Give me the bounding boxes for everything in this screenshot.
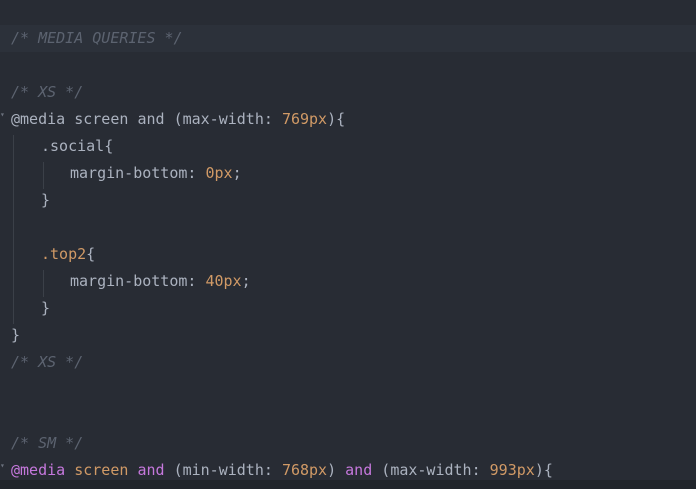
code-line[interactable]: }	[0, 295, 696, 322]
code-line[interactable]: /* SM */	[0, 430, 696, 457]
paren: (	[381, 461, 391, 479]
paren: )	[327, 110, 337, 128]
media-feature: max-width	[390, 461, 472, 479]
code-line[interactable]: /* XS */	[0, 79, 696, 106]
brace: {	[336, 110, 346, 128]
code-line[interactable]: margin-bottom: 0px;	[0, 160, 696, 187]
keyword-and: and	[137, 461, 165, 479]
code-editor[interactable]: /* MEDIA QUERIES */ /* XS */ ▾ @media sc…	[0, 0, 696, 489]
fold-arrow-icon[interactable]: ▾	[0, 106, 5, 124]
fold-arrow-icon[interactable]: ▾	[0, 457, 5, 475]
code-line[interactable]: }	[0, 322, 696, 349]
paren: )	[534, 461, 544, 479]
colon: :	[187, 272, 206, 290]
brace: }	[41, 191, 51, 209]
colon: :	[263, 461, 282, 479]
selector: top2	[50, 245, 87, 263]
brace: {	[543, 461, 553, 479]
brace: }	[41, 299, 51, 317]
semicolon: ;	[232, 164, 242, 182]
code-line[interactable]: .social{	[0, 133, 696, 160]
colon: :	[187, 164, 206, 182]
brace: }	[11, 326, 21, 344]
media-feature: max-width	[182, 110, 264, 128]
keyword-and: and	[345, 461, 373, 479]
number-value: 40px	[205, 272, 242, 290]
code-line[interactable]: /* XS */	[0, 349, 696, 376]
selector: .social	[41, 137, 105, 155]
keyword-and: and	[137, 110, 165, 128]
comment-text: /* MEDIA QUERIES */	[11, 29, 183, 47]
comment-text: /* XS */	[11, 83, 84, 101]
colon: :	[263, 110, 282, 128]
number-value: 768px	[281, 461, 328, 479]
colon: :	[471, 461, 490, 479]
paren: (	[173, 110, 183, 128]
media-type: screen	[74, 461, 129, 479]
semicolon: ;	[241, 272, 251, 290]
comment-text: /* XS */	[11, 353, 84, 371]
media-feature: min-width	[182, 461, 264, 479]
brace: {	[104, 137, 114, 155]
paren: )	[327, 461, 337, 479]
number-value: 0px	[205, 164, 233, 182]
code-line[interactable]: margin-bottom: 40px;	[0, 268, 696, 295]
comment-text: /* SM */	[11, 434, 84, 452]
at-rule: @media	[11, 461, 66, 479]
at-rule: @media	[11, 110, 66, 128]
selector-dot: .	[41, 245, 51, 263]
property: margin-bottom	[70, 164, 188, 182]
paren: (	[173, 461, 183, 479]
code-line[interactable]: /* MEDIA QUERIES */	[0, 25, 696, 52]
code-line[interactable]: ▾ @media screen and (max-width: 769px){	[0, 106, 696, 133]
number-value: 769px	[281, 110, 328, 128]
media-type: screen	[74, 110, 129, 128]
property: margin-bottom	[70, 272, 188, 290]
number-value: 993px	[489, 461, 535, 479]
code-line[interactable]: }	[0, 187, 696, 214]
brace: {	[86, 245, 96, 263]
horizontal-scrollbar[interactable]	[0, 480, 696, 489]
code-line[interactable]: .top2{	[0, 241, 696, 268]
